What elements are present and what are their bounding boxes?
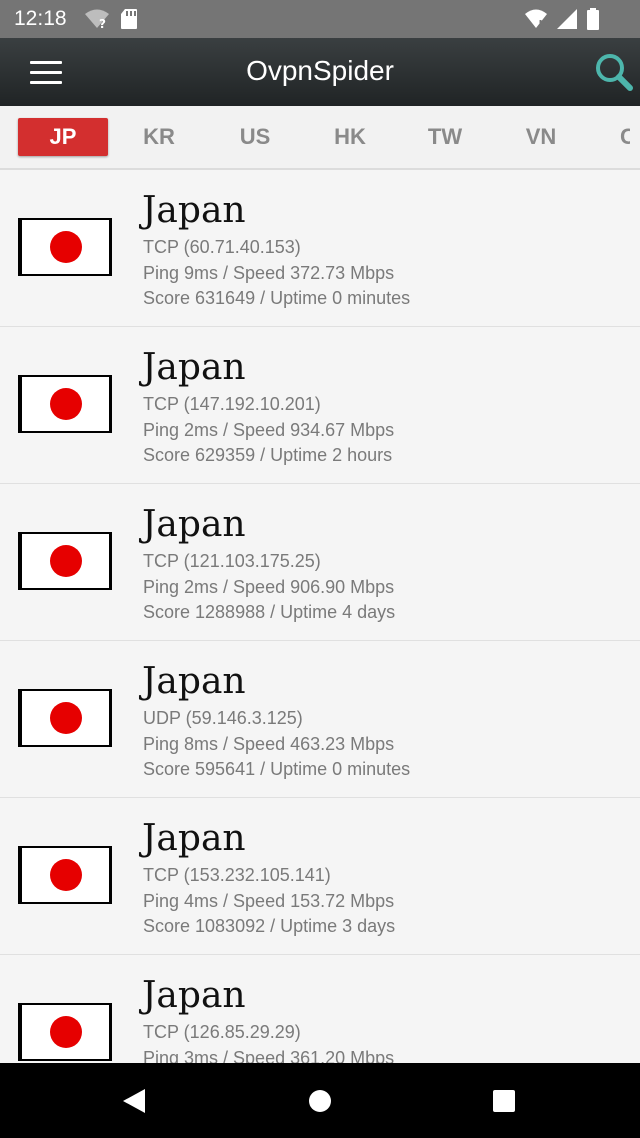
japan-flag-icon — [18, 218, 112, 276]
tab-vn[interactable]: VN — [496, 118, 586, 156]
score-uptime: Score 631649 / Uptime 0 minutes — [143, 288, 411, 308]
recents-square-icon[interactable] — [493, 1090, 515, 1112]
sd-card-icon — [120, 8, 138, 35]
ping-speed: Ping 4ms / Speed 153.72 Mbps — [143, 891, 395, 911]
tab-partial[interactable]: C — [590, 118, 630, 156]
home-circle-icon[interactable] — [309, 1090, 331, 1112]
score-uptime: Score 595641 / Uptime 0 minutes — [143, 759, 411, 779]
server-row[interactable]: Japan TCP (147.192.10.201) Ping 2ms / Sp… — [0, 327, 640, 484]
server-row[interactable]: Japan TCP (60.71.40.153) Ping 9ms / Spee… — [0, 170, 640, 327]
protocol-address: TCP (60.71.40.153) — [143, 237, 301, 257]
japan-flag-icon — [18, 689, 112, 747]
server-row[interactable]: Japan TCP (121.103.175.25) Ping 2ms / Sp… — [0, 484, 640, 641]
protocol-address: UDP (59.146.3.125) — [143, 708, 303, 728]
japan-flag-icon — [18, 375, 112, 433]
score-uptime: Score 629359 / Uptime 2 hours — [143, 445, 393, 465]
tab-jp[interactable]: JP — [18, 118, 108, 156]
japan-flag-icon — [18, 532, 112, 590]
back-triangle-icon[interactable] — [122, 1088, 146, 1119]
cell-signal-icon — [556, 8, 578, 35]
status-time: 12:18 — [14, 7, 67, 30]
country-name: Japan — [142, 818, 246, 859]
score-uptime: Score 1288988 / Uptime 4 days — [143, 602, 396, 622]
wifi-unknown-icon: ? — [84, 8, 110, 35]
server-row[interactable]: Japan TCP (153.232.105.141) Ping 4ms / S… — [0, 798, 640, 955]
navigation-bar — [0, 1063, 640, 1138]
ping-speed: Ping 2ms / Speed 906.90 Mbps — [143, 577, 395, 597]
server-list: Japan TCP (60.71.40.153) Ping 9ms / Spee… — [0, 170, 640, 1063]
svg-text:!: ! — [538, 18, 543, 30]
app-title: OvpnSpider — [246, 55, 394, 86]
search-icon[interactable] — [592, 50, 636, 94]
ping-speed: Ping 8ms / Speed 463.23 Mbps — [143, 734, 395, 754]
server-row[interactable]: Japan UDP (59.146.3.125) Ping 8ms / Spee… — [0, 641, 640, 798]
ping-speed: Ping 2ms / Speed 934.67 Mbps — [143, 420, 395, 440]
country-name: Japan — [142, 504, 246, 545]
ping-speed: Ping 3ms / Speed 361.20 Mbps — [143, 1048, 395, 1063]
svg-text:?: ? — [99, 17, 106, 30]
tab-us[interactable]: US — [210, 118, 300, 156]
country-tabs: JP KR US HK TW VN C — [0, 106, 640, 170]
protocol-address: TCP (153.232.105.141) — [143, 865, 331, 885]
country-name: Japan — [142, 347, 246, 388]
score-uptime: Score 1083092 / Uptime 3 days — [143, 916, 396, 936]
app-bar: OvpnSpider — [0, 38, 640, 106]
tab-kr[interactable]: KR — [114, 118, 204, 156]
tab-tw[interactable]: TW — [400, 118, 490, 156]
country-name: Japan — [142, 975, 246, 1016]
protocol-address: TCP (147.192.10.201) — [143, 394, 321, 414]
country-name: Japan — [142, 661, 246, 702]
tab-hk[interactable]: HK — [305, 118, 395, 156]
server-row[interactable]: Japan TCP (126.85.29.29) Ping 3ms / Spee… — [0, 955, 640, 1063]
japan-flag-icon — [18, 1003, 112, 1061]
ping-speed: Ping 9ms / Speed 372.73 Mbps — [143, 263, 395, 283]
status-right-icons: ! — [524, 8, 600, 35]
status-bar: 12:18 ? ! — [0, 0, 640, 38]
wifi-signal-icon: ! — [524, 8, 548, 35]
protocol-address: TCP (126.85.29.29) — [143, 1022, 301, 1042]
protocol-address: TCP (121.103.175.25) — [143, 551, 321, 571]
japan-flag-icon — [18, 846, 112, 904]
battery-icon — [586, 8, 600, 35]
country-name: Japan — [142, 190, 246, 231]
status-left-icons: ? — [84, 8, 138, 35]
